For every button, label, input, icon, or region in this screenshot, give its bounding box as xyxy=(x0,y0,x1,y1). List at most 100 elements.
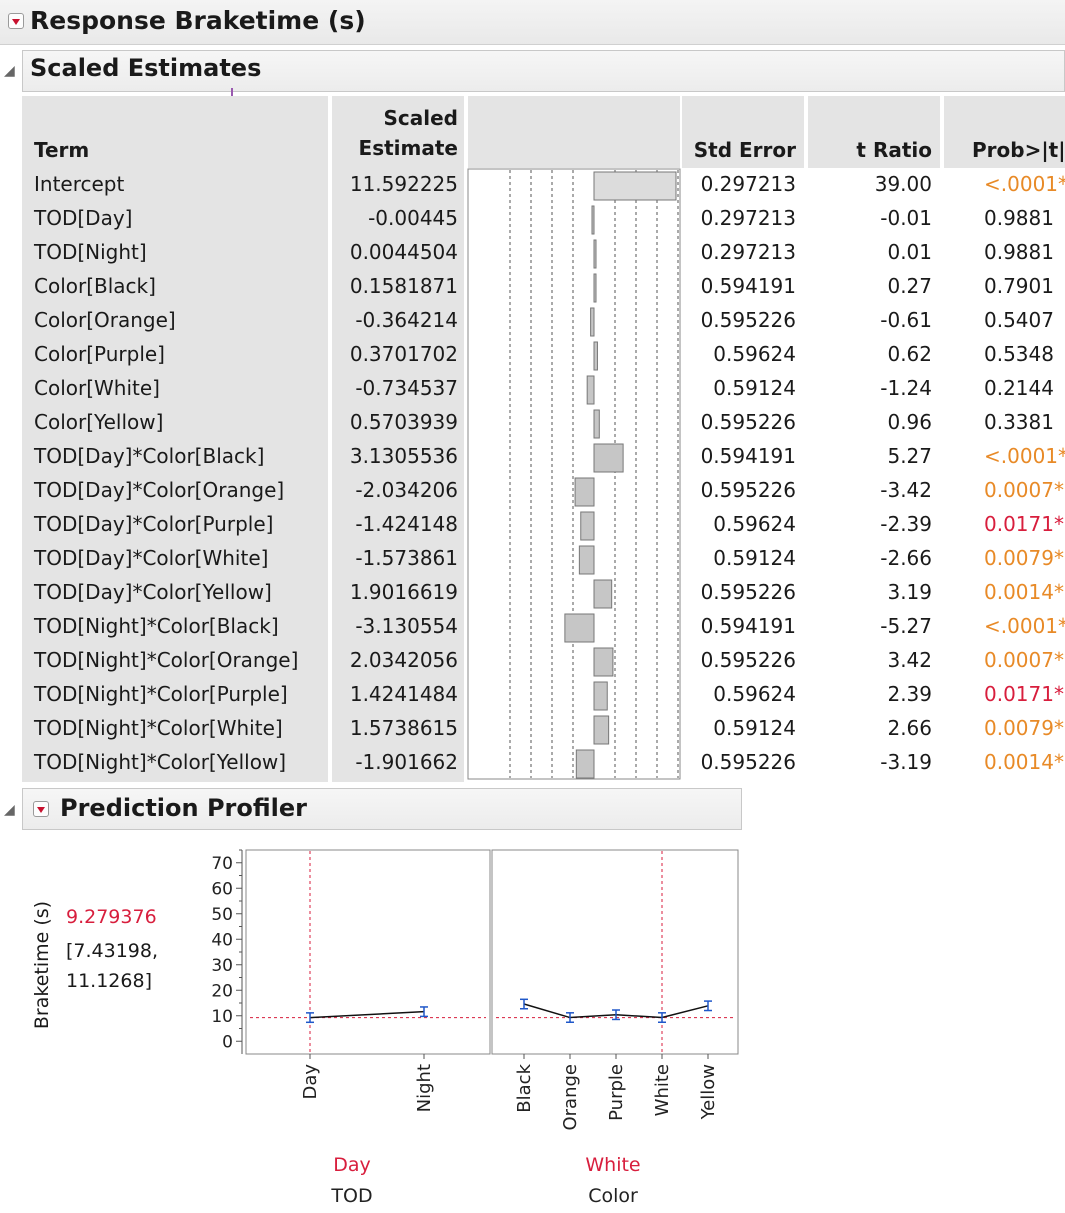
profiler-y-tick-label: 20 xyxy=(211,981,233,1001)
row-estimate: 2.0342056 xyxy=(349,648,458,672)
profiler-factor-current-level[interactable]: Day xyxy=(333,1154,371,1176)
row-prob: 0.5407 xyxy=(984,308,1054,332)
row-t-ratio: -1.24 xyxy=(880,376,932,400)
profiler-menu-button[interactable] xyxy=(33,801,49,817)
row-prob: 0.0079* xyxy=(984,716,1064,740)
row-term: TOD[Night]*Color[Black] xyxy=(34,614,279,638)
row-term: Color[Purple] xyxy=(34,342,165,366)
estimate-bar xyxy=(574,477,595,507)
row-std-error: 0.59624 xyxy=(713,512,796,536)
row-prob: 0.9881 xyxy=(984,206,1054,230)
row-t-ratio: 0.27 xyxy=(887,274,932,298)
profiler-y-tick-label: 40 xyxy=(211,930,233,950)
row-term: Color[White] xyxy=(34,376,160,400)
row-t-ratio: 0.96 xyxy=(887,410,932,434)
row-std-error: 0.594191 xyxy=(700,274,796,298)
estimate-bar xyxy=(593,239,597,269)
profiler-panel-tod[interactable]: Day Night Day TOD xyxy=(245,849,491,1207)
row-prob: <.0001* xyxy=(984,614,1065,638)
row-term: Color[Black] xyxy=(34,274,156,298)
row-estimate: -0.364214 xyxy=(355,308,458,332)
row-prob: 0.0014* xyxy=(984,580,1064,604)
row-term: TOD[Day]*Color[Purple] xyxy=(34,512,274,536)
row-t-ratio: 2.66 xyxy=(887,716,932,740)
row-term: TOD[Day]*Color[Orange] xyxy=(34,478,285,502)
row-term: TOD[Night]*Color[White] xyxy=(34,716,283,740)
estimate-bar xyxy=(591,205,595,235)
estimate-bar xyxy=(593,409,600,439)
row-estimate: -2.034206 xyxy=(355,478,458,502)
disclosure-triangle-icon[interactable]: ◢ xyxy=(4,63,15,79)
header-term[interactable]: Term xyxy=(34,138,89,162)
estimate-bar xyxy=(580,511,595,541)
profiler-factor-current-level[interactable]: White xyxy=(585,1154,640,1176)
row-term: Color[Yellow] xyxy=(34,410,164,434)
header-scaled-top[interactable]: Scaled xyxy=(332,106,459,130)
scaled-estimates-table: Term Scaled Estimate Std Error t Ratio P… xyxy=(22,96,1065,782)
profiler-panel-color[interactable]: Black Orange Purple White Yellow White Color xyxy=(491,849,739,1207)
row-std-error: 0.59124 xyxy=(713,716,796,740)
profiler-y-tick-label: 0 xyxy=(222,1032,233,1052)
row-estimate: -1.901662 xyxy=(355,750,458,774)
profiler-ylabel: Braketime (s) xyxy=(31,900,53,1030)
row-prob: 0.0079* xyxy=(984,546,1064,570)
row-std-error: 0.297213 xyxy=(700,240,796,264)
row-prob: <.0001* xyxy=(984,172,1065,196)
row-t-ratio: 39.00 xyxy=(874,172,932,196)
row-std-error: 0.59124 xyxy=(713,376,796,400)
row-term: TOD[Night] xyxy=(34,240,147,264)
response-menu-button[interactable] xyxy=(8,13,24,29)
row-estimate: -1.424148 xyxy=(355,512,458,536)
header-prob[interactable]: Prob>|t| xyxy=(972,138,1065,162)
row-prob: <.0001* xyxy=(984,444,1065,468)
profiler-level-label[interactable]: Black xyxy=(514,1063,535,1112)
row-term: Intercept xyxy=(34,172,125,196)
profiler-ci-low: [7.43198, xyxy=(66,940,159,962)
estimate-bar xyxy=(593,171,677,201)
row-prob: 0.0171* xyxy=(984,682,1064,706)
row-estimate: 1.9016619 xyxy=(349,580,458,604)
row-term: TOD[Day] xyxy=(34,206,133,230)
header-t-ratio[interactable]: t Ratio xyxy=(808,138,932,162)
row-term: TOD[Day]*Color[White] xyxy=(34,546,269,570)
response-title: Response Braketime (s) xyxy=(30,6,366,35)
row-prob: 0.5348 xyxy=(984,342,1054,366)
row-estimate: 11.592225 xyxy=(349,172,458,196)
row-std-error: 0.595226 xyxy=(700,648,796,672)
estimate-column-bg xyxy=(332,96,464,782)
row-std-error: 0.595226 xyxy=(700,478,796,502)
term-column-bg xyxy=(22,96,328,782)
profiler-level-label[interactable]: White xyxy=(652,1064,673,1116)
scaled-estimates-title: Scaled Estimates xyxy=(30,54,262,82)
row-term: TOD[Day]*Color[Black] xyxy=(34,444,265,468)
row-std-error: 0.595226 xyxy=(700,308,796,332)
row-std-error: 0.59624 xyxy=(713,342,796,366)
row-std-error: 0.59624 xyxy=(713,682,796,706)
profiler-level-label[interactable]: Purple xyxy=(606,1064,627,1121)
profiler-factor-name: Color xyxy=(588,1185,638,1207)
bar-chart-frame xyxy=(467,168,681,780)
row-estimate: -3.130554 xyxy=(355,614,458,638)
row-std-error: 0.595226 xyxy=(700,580,796,604)
row-estimate: 0.0044504 xyxy=(349,240,458,264)
estimate-bar xyxy=(593,715,610,745)
profiler-current-value[interactable]: 9.279376 xyxy=(66,906,157,928)
row-prob: 0.0007* xyxy=(984,478,1064,502)
header-scaled-bottom[interactable]: Estimate xyxy=(332,136,458,160)
row-term: TOD[Night]*Color[Purple] xyxy=(34,682,288,706)
profiler-level-label[interactable]: Day xyxy=(300,1064,321,1100)
header-std-error[interactable]: Std Error xyxy=(682,138,796,162)
profiler-level-label[interactable]: Night xyxy=(414,1064,435,1112)
profiler-level-label[interactable]: Yellow xyxy=(698,1064,719,1120)
row-t-ratio: 3.19 xyxy=(887,580,932,604)
row-prob: 0.7901 xyxy=(984,274,1054,298)
row-estimate: -0.734537 xyxy=(355,376,458,400)
estimate-bar xyxy=(593,443,624,473)
row-prob: 0.0171* xyxy=(984,512,1064,536)
profiler-level-label[interactable]: Orange xyxy=(560,1064,581,1131)
row-prob: 0.3381 xyxy=(984,410,1054,434)
profiler-disclosure-icon[interactable]: ◢ xyxy=(4,802,15,818)
profiler-ylabel-wrap: Braketime (s) xyxy=(20,880,64,1050)
profiler-y-tick-label: 60 xyxy=(211,879,233,899)
profiler-plot[interactable]: 70 60 50 40 30 20 10 0 Day Night Day TOD Black Orang… xyxy=(170,840,750,1210)
